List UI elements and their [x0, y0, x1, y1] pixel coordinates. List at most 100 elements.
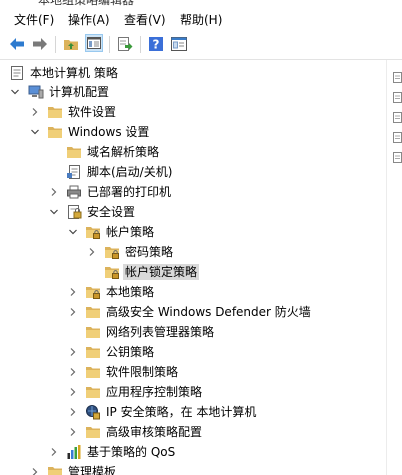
menu-bar: 文件(F) 操作(A) 查看(V) 帮助(H): [0, 8, 402, 30]
tree-item-network-list-manager-policies[interactable]: 网络列表管理器策略: [0, 322, 385, 342]
policy-item-icon: [393, 152, 402, 163]
export-list-icon: [118, 37, 133, 51]
folder-lock-icon: [105, 267, 119, 279]
chevron-down-icon[interactable]: [29, 126, 41, 138]
toolbar-separator: [140, 36, 141, 53]
folder-up-icon: [64, 40, 78, 50]
policy-item-icon: [393, 132, 402, 143]
chevron-right-icon[interactable]: [67, 426, 79, 438]
tree-item-advanced-audit-policy[interactable]: 高级审核策略配置: [0, 422, 385, 442]
chevron-down-icon[interactable]: [67, 226, 79, 238]
chevron-right-icon[interactable]: [29, 466, 41, 475]
arrow-right-icon: [33, 38, 47, 50]
tree-item-label: 脚本(启动/关机): [87, 165, 173, 179]
chevron-right-icon[interactable]: [67, 346, 79, 358]
policy-item-icon: [393, 112, 402, 123]
up-level-button[interactable]: [62, 35, 80, 53]
menu-view[interactable]: 查看(V): [122, 12, 168, 28]
tree-item-windows-defender-firewall[interactable]: 高级安全 Windows Defender 防火墙: [0, 302, 385, 322]
tree-item-ip-security-policies[interactable]: IP 安全策略，在 本地计算机: [0, 402, 385, 422]
folder-icon: [86, 427, 100, 438]
chevron-right-icon[interactable]: [48, 186, 60, 198]
help-button[interactable]: ?: [147, 35, 165, 53]
tree-item-local-computer-policy[interactable]: 本地计算机 策略: [0, 63, 385, 83]
policy-item-icon: [393, 72, 402, 83]
tree-item-label: 软件限制策略: [106, 365, 179, 379]
properties-icon: [171, 37, 187, 51]
tree-item-label: 软件设置: [68, 105, 117, 119]
tree-item-application-control-policies[interactable]: 应用程序控制策略: [0, 382, 385, 402]
chevron-right-icon[interactable]: [86, 246, 98, 258]
tree-item-administrative-templates[interactable]: 管理模板: [0, 462, 385, 475]
policy-document-icon: [11, 66, 23, 80]
tree-item-label: 已部署的打印机: [87, 185, 172, 199]
tree-item-label: IP 安全策略，在 本地计算机: [106, 405, 257, 419]
help-icon: ?: [149, 37, 163, 52]
chevron-right-icon[interactable]: [67, 386, 79, 398]
chevron-right-icon[interactable]: [67, 306, 79, 318]
folder-icon: [86, 307, 100, 318]
chevron-down-icon[interactable]: [48, 206, 60, 218]
tree-item-account-policies[interactable]: 帐户策略: [0, 222, 385, 242]
chevron-right-icon[interactable]: [67, 286, 79, 298]
tree-item-name-resolution-policy[interactable]: 域名解析策略: [0, 142, 385, 162]
tree-item-deployed-printers[interactable]: 已部署的打印机: [0, 182, 385, 202]
folder-icon: [48, 127, 62, 138]
menu-action[interactable]: 操作(A): [66, 12, 112, 28]
folder-lock-icon: [86, 227, 100, 239]
folder-icon: [86, 327, 100, 338]
chevron-right-icon[interactable]: [67, 366, 79, 378]
chevron-down-icon[interactable]: [9, 86, 21, 98]
chevron-right-icon[interactable]: [29, 106, 41, 118]
tree-item-public-key-policies[interactable]: 公钥策略: [0, 342, 385, 362]
policy-item-icon: [393, 92, 402, 103]
window-title: 本地组策略编辑器: [38, 0, 135, 7]
tree-item-computer-configuration[interactable]: 计算机配置: [0, 82, 385, 102]
chevron-right-icon[interactable]: [48, 446, 60, 458]
svg-text:?: ?: [153, 38, 160, 52]
tree-item-label: 高级安全 Windows Defender 防火墙: [106, 305, 311, 319]
tree-item-scripts[interactable]: 脚本(启动/关机): [0, 162, 385, 182]
qos-chart-icon: [67, 445, 81, 459]
toolbar-separator: [55, 36, 56, 53]
tree-item-label: 基于策略的 QoS: [87, 445, 176, 459]
console-tree[interactable]: 本地计算机 策略 计算机配置 软件设置 Windows 设置 域名解析策略 脚本…: [0, 60, 385, 475]
tree-item-policy-based-qos[interactable]: 基于策略的 QoS: [0, 442, 385, 462]
tree-item-password-policy[interactable]: 密码策略: [0, 242, 385, 262]
chevron-right-icon[interactable]: [67, 406, 79, 418]
tree-item-software-restriction-policies[interactable]: 软件限制策略: [0, 362, 385, 382]
tree-item-label: 高级审核策略配置: [106, 425, 203, 439]
tree-item-windows-settings[interactable]: Windows 设置: [0, 122, 385, 142]
folder-icon: [86, 367, 100, 378]
show-hide-tree-button[interactable]: [85, 34, 103, 52]
menu-file[interactable]: 文件(F): [12, 12, 56, 28]
toolbar-separator: [109, 36, 110, 53]
folder-icon: [86, 387, 100, 398]
tree-item-label: 密码策略: [125, 245, 174, 259]
folder-icon: [67, 147, 81, 158]
folder-lock-icon: [105, 247, 119, 259]
tree-item-label: 计算机配置: [49, 85, 110, 99]
export-list-button[interactable]: [116, 35, 134, 53]
computer-icon: [28, 85, 44, 99]
tree-item-local-policies[interactable]: 本地策略: [0, 282, 385, 302]
tree-item-label: 网络列表管理器策略: [106, 325, 215, 339]
tree-item-software-settings[interactable]: 软件设置: [0, 102, 385, 122]
back-button[interactable]: [8, 35, 26, 53]
forward-button[interactable]: [31, 35, 49, 53]
toolbar: ?: [0, 30, 402, 60]
tree-item-label: 安全设置: [87, 205, 136, 219]
tree-item-security-settings[interactable]: 安全设置: [0, 202, 385, 222]
menu-help[interactable]: 帮助(H): [178, 12, 224, 28]
title-bar: 本地组策略编辑器: [0, 0, 402, 8]
folder-icon: [48, 107, 62, 118]
properties-button[interactable]: [170, 35, 188, 53]
script-icon: [67, 165, 80, 179]
tree-item-label: 应用程序控制策略: [106, 385, 203, 399]
tree-item-label: 本地策略: [106, 285, 155, 299]
tree-item-label: Windows 设置: [68, 125, 150, 139]
tree-item-account-lockout-policy[interactable]: 帐户锁定策略: [0, 262, 385, 282]
folder-icon: [48, 467, 62, 475]
tree-item-label: 帐户锁定策略: [123, 264, 200, 280]
tree-item-label: 本地计算机 策略: [30, 66, 118, 80]
